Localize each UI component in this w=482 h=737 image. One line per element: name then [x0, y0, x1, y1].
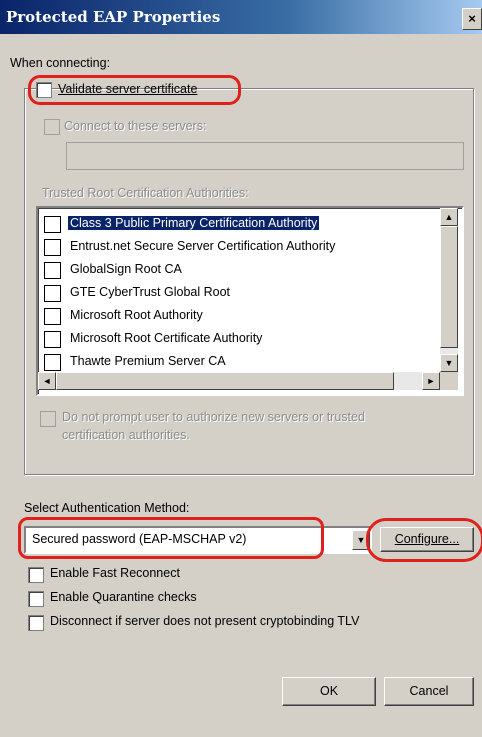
connect-servers-label[interactable]: Connect to these servers: [64, 119, 206, 133]
trusted-root-item-label: Entrust.net Secure Server Certification … [70, 239, 336, 253]
window-title: Protected EAP Properties [6, 8, 221, 26]
validate-cert-checkbox[interactable] [36, 82, 52, 98]
trusted-root-item-label: Thawte Premium Server CA [70, 354, 226, 368]
connect-servers-input[interactable] [66, 142, 464, 170]
validate-cert-label[interactable]: Validate server certificate [58, 82, 197, 96]
trusted-root-label: Trusted Root Certification Authorities: [42, 186, 249, 200]
trusted-root-item-checkbox[interactable] [44, 308, 61, 325]
validate-cert-row[interactable]: Validate server certificate [36, 80, 197, 100]
scrollbar-corner [440, 372, 458, 390]
horizontal-scroll-thumb[interactable] [56, 372, 394, 390]
trusted-root-item-label: Class 3 Public Primary Certification Aut… [68, 216, 320, 230]
scroll-right-icon[interactable]: ► [422, 372, 440, 390]
when-connecting-label: When connecting: [10, 56, 111, 70]
dropdown-arrow-icon[interactable]: ▼ [352, 530, 370, 550]
configure-button-label: Configure... [394, 532, 460, 546]
trusted-root-item-checkbox[interactable] [44, 262, 61, 279]
cryptobinding-label[interactable]: Disconnect if server does not present cr… [50, 614, 359, 628]
trusted-root-item-label: Microsoft Root Authority [70, 308, 203, 322]
auth-method-value: Secured password (EAP-MSCHAP v2) [32, 532, 247, 546]
auth-method-select[interactable]: Secured password (EAP-MSCHAP v2) ▼ [24, 526, 372, 554]
quarantine-checks-checkbox[interactable] [28, 591, 44, 607]
vertical-scroll-thumb[interactable] [440, 226, 458, 348]
trusted-root-item-label: Microsoft Root Certificate Authority [70, 331, 263, 345]
fast-reconnect-label[interactable]: Enable Fast Reconnect [50, 566, 180, 580]
scroll-left-icon[interactable]: ◄ [38, 372, 56, 390]
trusted-root-list[interactable]: Class 3 Public Primary Certification Aut… [36, 206, 464, 396]
title-bar: Protected EAP Properties × [0, 0, 482, 34]
trusted-root-item-checkbox[interactable] [44, 216, 61, 233]
cancel-button[interactable]: Cancel [384, 677, 474, 706]
trusted-root-item-checkbox[interactable] [44, 239, 61, 256]
close-button[interactable]: × [462, 8, 482, 30]
trusted-root-item-checkbox[interactable] [44, 331, 61, 348]
trusted-root-item-checkbox[interactable] [44, 354, 61, 371]
trusted-root-item-label: GlobalSign Root CA [70, 262, 182, 276]
fast-reconnect-checkbox[interactable] [28, 567, 44, 583]
do-not-prompt-checkbox[interactable] [40, 411, 56, 427]
ok-button[interactable]: OK [282, 677, 376, 706]
trusted-root-item-checkbox[interactable] [44, 285, 61, 302]
cryptobinding-checkbox[interactable] [28, 615, 44, 631]
validate-cert-label-text: Validate server certificate [58, 82, 198, 96]
scroll-down-icon[interactable]: ▼ [440, 354, 458, 372]
trusted-root-item-label: GTE CyberTrust Global Root [70, 285, 231, 299]
configure-button[interactable]: Configure... [380, 527, 474, 552]
auth-method-label: Select Authentication Method: [24, 501, 190, 515]
quarantine-checks-label[interactable]: Enable Quarantine checks [50, 590, 197, 604]
do-not-prompt-label-line2[interactable]: certification authorities. [62, 428, 190, 442]
do-not-prompt-label-line1[interactable]: Do not prompt user to authorize new serv… [62, 410, 365, 424]
scroll-up-icon[interactable]: ▲ [440, 208, 458, 226]
connect-servers-checkbox[interactable] [44, 119, 60, 135]
